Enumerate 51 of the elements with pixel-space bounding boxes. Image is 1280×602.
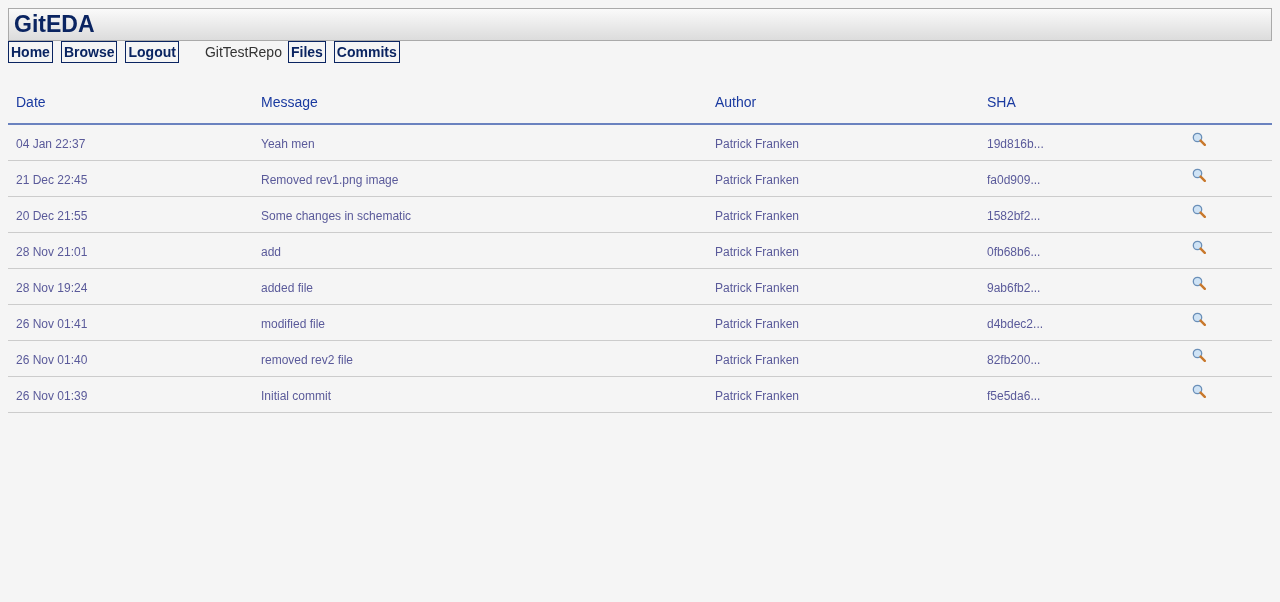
table-cell: Patrick Franken bbox=[715, 280, 800, 295]
table-cell: 28 Nov 19:24 bbox=[16, 280, 88, 295]
table-cell: Patrick Franken bbox=[715, 316, 800, 331]
commit-sha: f5e5da6... bbox=[987, 388, 1041, 403]
nav-link[interactable]: Commits bbox=[333, 41, 400, 63]
magnifier-icon[interactable] bbox=[1192, 383, 1206, 398]
table-cell: Yeah men bbox=[261, 136, 315, 151]
table-cell: 26 Nov 01:40 bbox=[16, 352, 88, 367]
magnifier-icon[interactable] bbox=[1192, 275, 1206, 290]
table-cell: Patrick Franken bbox=[715, 136, 800, 151]
magnifier-icon[interactable] bbox=[1192, 167, 1206, 182]
magnifier-icon[interactable] bbox=[1192, 203, 1206, 218]
table-cell: Patrick Franken bbox=[715, 244, 800, 259]
table-cell: 26 Nov 01:41 bbox=[16, 316, 88, 331]
site-title: GitEDA bbox=[14, 13, 95, 36]
table-cell: Patrick Franken bbox=[715, 388, 800, 403]
table-cell: Initial commit bbox=[261, 388, 331, 403]
nav-link[interactable]: Browse bbox=[60, 41, 118, 63]
table-cell: 21 Dec 22:45 bbox=[16, 172, 88, 187]
column-header[interactable]: SHA bbox=[987, 94, 1016, 110]
column-header[interactable]: Author bbox=[715, 94, 757, 110]
magnifier-icon[interactable] bbox=[1192, 311, 1206, 326]
table-cell: 28 Nov 21:01 bbox=[16, 244, 88, 259]
commit-sha: 9ab6fb2... bbox=[987, 280, 1041, 295]
nav-link[interactable]: Home bbox=[8, 41, 53, 63]
commit-sha: fa0d909... bbox=[987, 172, 1041, 187]
table-cell: Patrick Franken bbox=[715, 352, 800, 367]
table-cell: Patrick Franken bbox=[715, 172, 800, 187]
commit-sha: 82fb200... bbox=[987, 352, 1041, 367]
nav-link[interactable]: Files bbox=[287, 41, 326, 63]
column-header[interactable]: Message bbox=[261, 94, 318, 110]
table-cell: 04 Jan 22:37 bbox=[16, 136, 86, 151]
table-cell: modified file bbox=[261, 316, 326, 331]
commit-sha: d4bdec2... bbox=[987, 316, 1044, 331]
commit-sha: 0fb68b6... bbox=[987, 244, 1041, 259]
table-cell: Some changes in schematic bbox=[261, 208, 412, 223]
table-cell: 20 Dec 21:55 bbox=[16, 208, 88, 223]
table-cell: removed rev2 file bbox=[261, 352, 354, 367]
commit-sha: 1582bf2... bbox=[987, 208, 1041, 223]
repo-name: GitTestRepo bbox=[204, 42, 282, 62]
nav-link[interactable]: Logout bbox=[125, 41, 179, 63]
table-cell: Removed rev1.png image bbox=[261, 172, 399, 187]
magnifier-icon[interactable] bbox=[1192, 239, 1206, 254]
commit-sha: 19d816b... bbox=[987, 136, 1044, 151]
magnifier-icon[interactable] bbox=[1192, 347, 1206, 362]
magnifier-icon[interactable] bbox=[1192, 131, 1206, 146]
table-cell: add bbox=[261, 244, 282, 259]
table-cell: Patrick Franken bbox=[715, 208, 800, 223]
column-header[interactable]: Date bbox=[16, 94, 46, 110]
table-cell: added file bbox=[261, 280, 314, 295]
table-cell: 26 Nov 01:39 bbox=[16, 388, 88, 403]
